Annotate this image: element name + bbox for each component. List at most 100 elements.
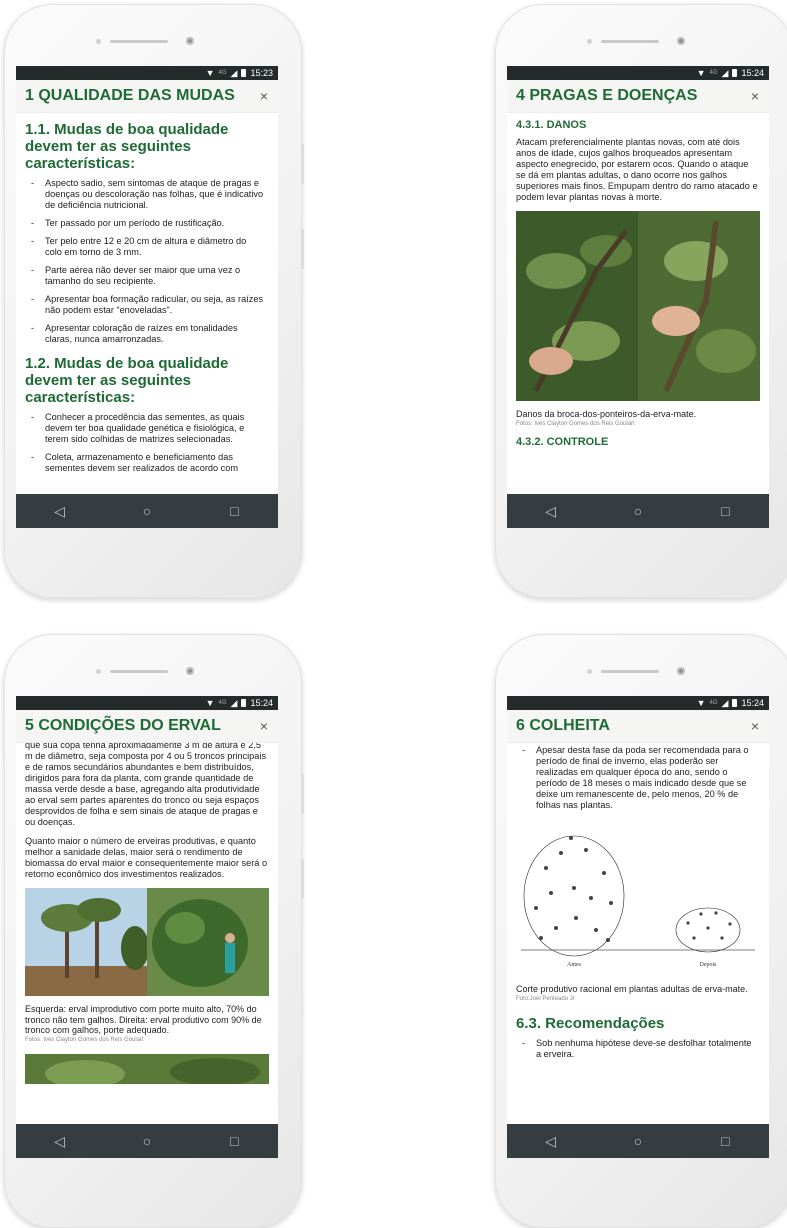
bullet-list: Sob nenhuma hipótese deve-se desfolhar t…: [516, 1038, 760, 1060]
paragraph: que sua copa tenha aproximadamente 3 m d…: [25, 743, 267, 827]
clock: 15:24: [250, 698, 273, 708]
phone-frame-3: ▼ 4G ◢ 15:24 5 CONDIÇÕES DO ERVAL × que …: [4, 634, 304, 1228]
section-heading: 1.2. Mudas de boa qualidade devem ter as…: [25, 355, 229, 406]
clock: 15:24: [741, 68, 764, 78]
bullet-list: Aspecto sadio, sem sintomas de ataque de…: [25, 178, 269, 345]
phone-frame-4: ▼ 4G ◢ 15:24 6 COLHEITA × Apesar desta f…: [495, 634, 787, 1228]
app-header: 5 CONDIÇÕES DO ERVAL ×: [16, 710, 278, 743]
section-heading: 1.1. Mudas de boa qualidade devem ter as…: [25, 121, 229, 172]
status-bar: ▼ 4G ◢ 15:24: [16, 696, 278, 710]
close-icon[interactable]: ×: [260, 718, 268, 734]
back-icon[interactable]: ◁: [35, 503, 85, 520]
list-item: Apresentar coloração de raízes em tonali…: [25, 323, 269, 345]
clock: 15:24: [741, 698, 764, 708]
battery-icon: [732, 69, 738, 77]
back-icon[interactable]: ◁: [35, 1133, 85, 1150]
android-nav-bar: ◁ ○ □: [16, 1124, 278, 1158]
proximity-sensor: [96, 39, 101, 44]
signal-icon: ◢: [230, 67, 238, 78]
front-camera: [186, 37, 194, 45]
home-icon[interactable]: ○: [613, 503, 663, 519]
photo-caption: Esquerda: erval improdutivo com porte mu…: [25, 1004, 262, 1035]
proximity-sensor: [587, 39, 592, 44]
phone-frame-1: ▼ 4G ◢ 15:23 1 QUALIDADE DAS MUDAS × 1.1…: [4, 4, 304, 598]
earpiece-speaker: [110, 40, 168, 43]
list-item: Coleta, armazenamento e beneficiamento d…: [25, 452, 269, 474]
android-nav-bar: ◁ ○ □: [507, 494, 769, 528]
android-nav-bar: ◁ ○ □: [16, 494, 278, 528]
list-item: Parte aérea não dever ser maior que uma …: [25, 265, 269, 287]
photo-credit: Foto:Joel Penteado Jr: [516, 995, 575, 1002]
wifi-icon: ▼: [696, 698, 706, 708]
content-area[interactable]: 4.3.1. DANOS Atacam preferencialmente pl…: [507, 113, 769, 494]
close-icon[interactable]: ×: [260, 88, 268, 104]
front-camera: [677, 37, 685, 45]
page-title: 6 COLHEITA: [516, 717, 610, 734]
photo-caption: Danos da broca-dos-ponteiros-da-erva-mat…: [516, 409, 697, 419]
content-area[interactable]: que sua copa tenha aproximadamente 3 m d…: [16, 743, 278, 1124]
subsection-heading: 4.3.1. DANOS: [516, 119, 587, 131]
subsection-heading: 4.3.2. CONTROLE: [516, 435, 609, 448]
side-button: [301, 774, 304, 814]
front-camera: [186, 667, 194, 675]
home-icon[interactable]: ○: [613, 1133, 663, 1149]
earpiece-speaker: [601, 670, 659, 673]
erval-comparison-photo: [25, 888, 269, 996]
paragraph: Atacam preferencialmente plantas novas, …: [516, 137, 758, 202]
paragraph: Quanto maior o número de erveiras produt…: [25, 836, 268, 879]
content-area[interactable]: Apesar desta fase da poda ser recomendad…: [507, 743, 769, 1124]
back-icon[interactable]: ◁: [526, 1133, 576, 1150]
content-area[interactable]: 1.1. Mudas de boa qualidade devem ter as…: [16, 113, 278, 494]
list-item: Apresentar boa formação radicular, ou se…: [25, 294, 269, 316]
screen-2: ▼ 4G ◢ 15:24 4 PRAGAS E DOENÇAS × 4.3.1.…: [507, 66, 769, 528]
recent-apps-icon[interactable]: □: [209, 1133, 259, 1149]
android-nav-bar: ◁ ○ □: [507, 1124, 769, 1158]
proximity-sensor: [587, 669, 592, 674]
list-item: Conhecer a procedência das sementes, as …: [25, 412, 269, 445]
label-before: Antes: [567, 962, 582, 968]
list-item: Ter pelo entre 12 e 20 cm de altura e di…: [25, 236, 269, 258]
page-title: 1 QUALIDADE DAS MUDAS: [25, 87, 235, 104]
close-icon[interactable]: ×: [751, 718, 759, 734]
wifi-icon: ▼: [696, 68, 706, 78]
status-bar: ▼ 4G ◢ 15:24: [507, 696, 769, 710]
signal-icon: ◢: [721, 67, 729, 78]
home-icon[interactable]: ○: [122, 503, 172, 519]
next-photo-partial: [25, 1053, 269, 1088]
clock: 15:23: [250, 68, 273, 78]
close-icon[interactable]: ×: [751, 88, 759, 104]
recent-apps-icon[interactable]: □: [700, 1133, 750, 1149]
recent-apps-icon[interactable]: □: [209, 503, 259, 519]
label-after: Depois: [700, 962, 718, 968]
list-item: Sob nenhuma hipótese deve-se desfolhar t…: [516, 1038, 760, 1060]
page-title: 5 CONDIÇÕES DO ERVAL: [25, 717, 221, 734]
wifi-icon: ▼: [205, 68, 215, 78]
battery-icon: [732, 699, 738, 707]
side-button: [301, 144, 304, 184]
back-icon[interactable]: ◁: [526, 503, 576, 520]
screen-4: ▼ 4G ◢ 15:24 6 COLHEITA × Apesar desta f…: [507, 696, 769, 1158]
app-header: 6 COLHEITA ×: [507, 710, 769, 743]
status-bar: ▼ 4G ◢ 15:24: [507, 66, 769, 80]
earpiece-speaker: [110, 670, 168, 673]
proximity-sensor: [96, 669, 101, 674]
side-button: [301, 859, 304, 899]
signal-icon: ◢: [230, 697, 238, 708]
borer-damage-photo: [516, 211, 760, 401]
bullet-list: Apesar desta fase da poda ser recomendad…: [516, 745, 760, 811]
screen-1: ▼ 4G ◢ 15:23 1 QUALIDADE DAS MUDAS × 1.1…: [16, 66, 278, 528]
wifi-icon: ▼: [205, 698, 215, 708]
home-icon[interactable]: ○: [122, 1133, 172, 1149]
network-type: 4G: [709, 700, 718, 706]
recent-apps-icon[interactable]: □: [700, 503, 750, 519]
photo-credit: Fotos: Ives Clayton Gomes dos Reis Goula…: [25, 1036, 144, 1043]
front-camera: [677, 667, 685, 675]
app-header: 1 QUALIDADE DAS MUDAS ×: [16, 80, 278, 113]
status-bar: ▼ 4G ◢ 15:23: [16, 66, 278, 80]
bullet-list: Conhecer a procedência das sementes, as …: [25, 412, 269, 474]
list-item: Ter passado por um período de rustificaç…: [25, 218, 269, 229]
battery-icon: [241, 69, 247, 77]
pruning-illustration: Antes Depois: [521, 835, 755, 968]
photo-caption: Corte produtivo racional em plantas adul…: [516, 984, 748, 994]
page-title: 4 PRAGAS E DOENÇAS: [516, 87, 698, 104]
